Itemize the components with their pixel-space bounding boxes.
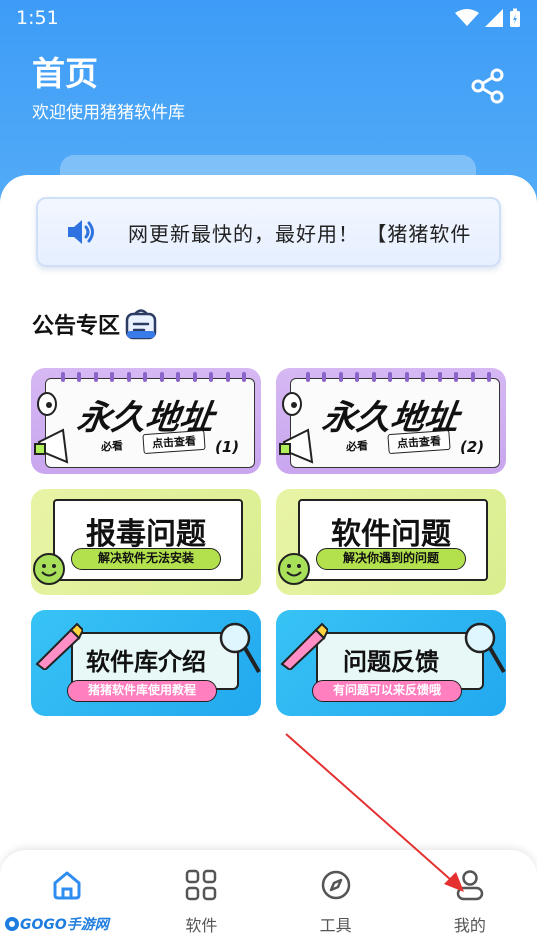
speaker-icon (68, 220, 94, 244)
badge-icon (125, 309, 157, 340)
card-title: 问题反馈 (343, 648, 439, 676)
card-title: 软件问题 (331, 517, 451, 552)
section-title-text: 公告专区 (32, 314, 121, 339)
notice-card-feedback[interactable]: 问题反馈 有问题可以来反馈哦 (276, 610, 506, 716)
wifi-icon (455, 9, 479, 26)
compass-icon (321, 870, 350, 900)
notice-card-library-intro[interactable]: 软件库介绍 猪猪软件库使用教程 (31, 610, 261, 716)
status-icons (455, 8, 521, 28)
tab-label: 工具 (319, 916, 352, 935)
header: 首页 欢迎使用猪猪软件库 (32, 54, 185, 123)
home-icon (53, 871, 81, 900)
smiley-icon (33, 553, 65, 585)
main-content: 网更新最快的，最好用！ 【猪猪软件 公告专区 永久地址 必看 点击查看 (1) (0, 175, 537, 951)
notice-card-software-issues[interactable]: 软件问题 解决你遇到的问题 (276, 489, 506, 595)
tab-mine[interactable]: 我的 (403, 850, 537, 951)
battery-icon (510, 8, 520, 27)
page-subtitle: 欢迎使用猪猪软件库 (32, 103, 185, 123)
card-rings (61, 372, 246, 382)
card-number: (1) (215, 438, 240, 456)
card-description: 猪猪软件库使用教程 (67, 680, 217, 702)
card-title: 报毒问题 (86, 517, 206, 552)
watermark-text: GOGO手游网 (20, 917, 109, 933)
card-description: 有问题可以来反馈哦 (312, 680, 462, 702)
status-time: 1:51 (16, 7, 59, 29)
notice-text: 网更新最快的，最好用！ 【猪猪软件 (128, 221, 472, 246)
notice-card-permanent-address-1[interactable]: 永久地址 必看 点击查看 (1) (31, 368, 261, 474)
card-description: 解决你遇到的问题 (316, 548, 466, 570)
page-title: 首页 (32, 54, 98, 93)
notice-card-permanent-address-2[interactable]: 永久地址 必看 点击查看 (2) (276, 368, 506, 474)
user-icon (456, 870, 484, 901)
card-tag-must-see: 必看 (100, 439, 124, 454)
tab-tools[interactable]: 工具 (269, 850, 403, 951)
tab-home[interactable] (0, 850, 134, 951)
section-title: 公告专区 (32, 307, 158, 341)
share-icon[interactable] (471, 68, 505, 104)
card-title: 软件库介绍 (86, 648, 206, 676)
grid-icon (186, 869, 217, 901)
card-title: 永久地址 (74, 398, 217, 438)
card-rings (306, 372, 491, 382)
notice-card-virus-warning[interactable]: 报毒问题 解决软件无法安装 (31, 489, 261, 595)
tab-software[interactable]: 软件 (134, 850, 268, 951)
signal-icon (485, 9, 503, 27)
watermark: GOGO手游网 (4, 914, 109, 934)
tab-label: 我的 (453, 916, 486, 935)
smiley-icon (278, 553, 310, 585)
tab-label: 软件 (185, 916, 218, 935)
bottom-tab-bar: 软件 工具 我的 (0, 850, 537, 951)
card-description: 解决软件无法安装 (71, 548, 221, 570)
notice-banner[interactable]: 网更新最快的，最好用！ 【猪猪软件 (36, 197, 501, 267)
card-title: 永久地址 (319, 398, 462, 438)
status-bar: 1:51 (0, 0, 537, 36)
card-tag-must-see: 必看 (345, 439, 369, 454)
watermark-logo-icon (5, 917, 19, 931)
card-number: (2) (460, 438, 485, 456)
